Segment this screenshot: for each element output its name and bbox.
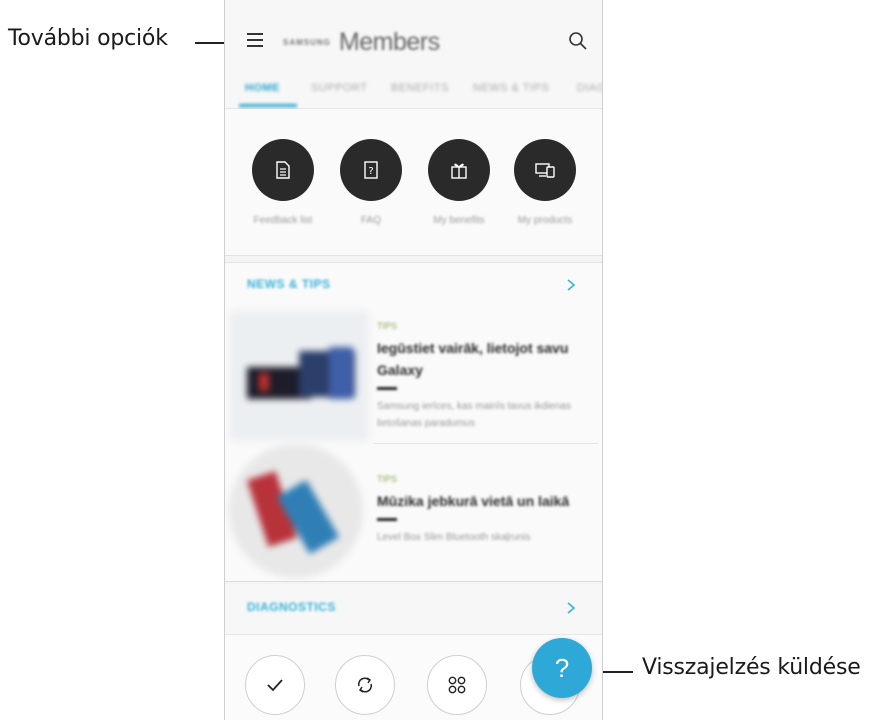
active-tab-indicator [239, 104, 297, 107]
apps-grid-icon [448, 676, 466, 694]
tab-diagnostics[interactable]: DIAG [577, 82, 602, 94]
section-title: NEWS & TIPS [247, 277, 331, 291]
more-options-callout: További opciók [8, 26, 168, 51]
quick-action-feedback-list[interactable]: Feedback list [243, 139, 323, 226]
tab-home[interactable]: HOME [245, 82, 280, 94]
quick-action-label: My products [517, 215, 573, 226]
apps-button[interactable] [427, 655, 487, 715]
quick-action-label: FAQ [360, 215, 381, 226]
svg-text:?: ? [368, 166, 373, 177]
send-feedback-button[interactable]: ? [532, 638, 592, 698]
phone-screen: SAMSUNG Members HOME SUPPORT BENEFITS NE… [224, 0, 603, 720]
brand-small-text: SAMSUNG [283, 37, 331, 47]
tab-support[interactable]: SUPPORT [311, 82, 367, 94]
article-title: Iegūstiet vairāk, lietojot savu Galaxy [377, 340, 569, 378]
send-feedback-callout: Visszajelzés küldése [642, 655, 861, 680]
chevron-right-icon[interactable] [564, 601, 578, 615]
news-tips-section: NEWS & TIPS TIPS Iegūstiet vairāk, lieto… [225, 262, 602, 582]
quick-action-faq[interactable]: ? FAQ [331, 139, 411, 226]
news-article[interactable]: TIPS Iegūstiet vairāk, lietojot savu Gal… [225, 307, 602, 444]
brand-name: Members [338, 27, 440, 56]
article-title: Mūzika jebkurā vietā un laikā [377, 493, 570, 509]
tab-news-tips[interactable]: NEWS & TIPS [473, 82, 549, 94]
tab-benefits[interactable]: BENEFITS [391, 82, 449, 94]
sync-icon [357, 677, 373, 693]
check-icon [267, 679, 283, 692]
gift-icon [451, 163, 467, 179]
quick-action-my-products[interactable]: My products [505, 139, 585, 226]
quick-action-label: Feedback list [253, 215, 313, 226]
diagnostics-section[interactable]: DIAGNOSTICS [225, 584, 602, 634]
article-thumbnail [229, 444, 363, 578]
article-description: Level Box Slim Bluetooth skaļrunis [377, 532, 531, 543]
quick-action-my-benefits[interactable]: My benefits [419, 139, 499, 226]
tab-bar: HOME SUPPORT BENEFITS NEWS & TIPS DIAG [225, 76, 602, 107]
section-title: DIAGNOSTICS [247, 600, 336, 614]
article-tag: TIPS [377, 474, 398, 484]
app-logo: SAMSUNG Members [283, 26, 440, 58]
menu-icon[interactable] [247, 33, 263, 47]
sync-button[interactable] [335, 655, 395, 715]
article-thumbnail [229, 311, 369, 441]
article-description: Samsung ierīces, kas mainīs tavus ikdien… [377, 401, 571, 429]
chevron-right-icon[interactable] [564, 278, 578, 292]
check-button[interactable] [245, 655, 305, 715]
devices-icon [535, 163, 555, 178]
quick-action-label: My benefits [433, 215, 485, 226]
search-icon[interactable] [568, 31, 588, 51]
document-icon [276, 161, 290, 179]
article-tag: TIPS [377, 321, 398, 331]
faq-book-icon: ? [364, 161, 378, 179]
quick-actions: Feedback list ? FAQ My benefits My produ… [225, 109, 602, 256]
news-article[interactable]: TIPS Mūzika jebkurā vietā un laikā Level… [225, 444, 602, 580]
app-bar: SAMSUNG Members HOME SUPPORT BENEFITS NE… [225, 0, 602, 109]
